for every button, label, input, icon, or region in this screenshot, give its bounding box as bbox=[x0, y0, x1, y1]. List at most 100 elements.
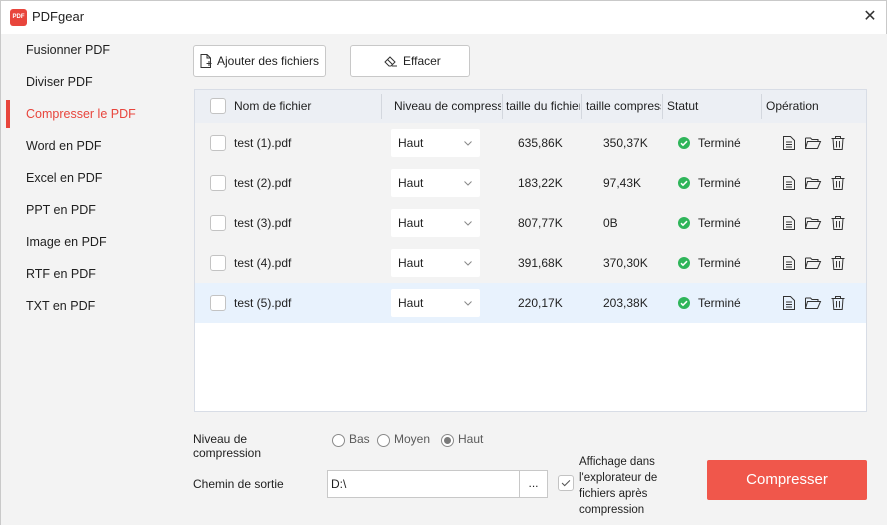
header-size[interactable]: taille du fichier bbox=[506, 90, 580, 123]
trash-icon[interactable] bbox=[829, 254, 847, 272]
check-circle-icon bbox=[678, 137, 690, 149]
radio-high[interactable] bbox=[441, 434, 454, 447]
file-name: test (1).pdf bbox=[234, 136, 292, 150]
open-folder-icon[interactable] bbox=[804, 254, 822, 272]
output-path-input[interactable]: D:\ bbox=[327, 470, 520, 498]
row-checkbox[interactable] bbox=[210, 255, 226, 271]
compression-level-select[interactable]: Haut bbox=[391, 249, 480, 277]
eraser-icon bbox=[384, 56, 397, 67]
sidebar: Fusionner PDF Diviser PDF Compresser le … bbox=[1, 34, 174, 525]
status-text: Terminé bbox=[698, 176, 741, 190]
file-table: Nom de fichier Niveau de compression tai… bbox=[194, 89, 867, 412]
table-row[interactable]: test (3).pdf Haut 807,77K 0B Terminé bbox=[195, 203, 866, 243]
sidebar-item-excel-to-pdf[interactable]: Excel en PDF bbox=[1, 162, 174, 194]
compression-level-select[interactable]: Haut bbox=[391, 209, 480, 237]
header-level[interactable]: Niveau de compression bbox=[394, 90, 501, 123]
app-title: PDFgear bbox=[32, 9, 85, 24]
browse-button[interactable]: ... bbox=[519, 470, 548, 498]
add-file-icon bbox=[200, 54, 212, 68]
show-in-explorer-label[interactable]: Affichage dans l'explorateur de fichiers… bbox=[579, 454, 679, 518]
column-divider[interactable] bbox=[502, 94, 503, 119]
open-file-icon[interactable] bbox=[780, 134, 798, 152]
row-checkbox[interactable] bbox=[210, 295, 226, 311]
radio-medium-label[interactable]: Moyen bbox=[394, 432, 430, 446]
level-value: Haut bbox=[398, 296, 424, 310]
trash-icon[interactable] bbox=[829, 294, 847, 312]
open-folder-icon[interactable] bbox=[804, 214, 822, 232]
compression-level-label: Niveau de compression bbox=[193, 432, 262, 460]
row-checkbox[interactable] bbox=[210, 215, 226, 231]
row-checkbox[interactable] bbox=[210, 175, 226, 191]
sidebar-item-word-to-pdf[interactable]: Word en PDF bbox=[1, 130, 174, 162]
compress-button[interactable]: Compresser bbox=[707, 460, 867, 500]
open-folder-icon[interactable] bbox=[804, 294, 822, 312]
chevron-down-icon bbox=[464, 141, 472, 146]
select-all-checkbox[interactable] bbox=[210, 98, 226, 114]
sidebar-item-compress[interactable]: Compresser le PDF bbox=[1, 98, 174, 130]
open-file-icon[interactable] bbox=[780, 174, 798, 192]
add-files-button[interactable]: Ajouter des fichiers bbox=[193, 45, 326, 77]
row-checkbox[interactable] bbox=[210, 135, 226, 151]
sidebar-item-merge[interactable]: Fusionner PDF bbox=[1, 34, 174, 66]
file-size: 807,77K bbox=[518, 216, 563, 230]
column-divider[interactable] bbox=[381, 94, 382, 119]
chevron-down-icon bbox=[464, 221, 472, 226]
check-circle-icon bbox=[678, 257, 690, 269]
compressed-size: 203,38K bbox=[603, 296, 648, 310]
open-folder-icon[interactable] bbox=[804, 174, 822, 192]
open-folder-icon[interactable] bbox=[804, 134, 822, 152]
sidebar-item-split[interactable]: Diviser PDF bbox=[1, 66, 174, 98]
chevron-down-icon bbox=[464, 261, 472, 266]
show-in-explorer-checkbox[interactable] bbox=[558, 475, 574, 491]
sidebar-item-txt-to-pdf[interactable]: TXT en PDF bbox=[1, 290, 174, 322]
radio-low[interactable] bbox=[332, 434, 345, 447]
table-row[interactable]: test (5).pdf Haut 220,17K 203,38K Termin… bbox=[195, 283, 866, 323]
open-file-icon[interactable] bbox=[780, 254, 798, 272]
file-name: test (3).pdf bbox=[234, 216, 292, 230]
trash-icon[interactable] bbox=[829, 134, 847, 152]
compression-level-select[interactable]: Haut bbox=[391, 289, 480, 317]
level-value: Haut bbox=[398, 256, 424, 270]
table-row[interactable]: test (1).pdf Haut 635,86K 350,37K Termin… bbox=[195, 123, 866, 163]
clear-label: Effacer bbox=[403, 54, 441, 68]
compression-level-select[interactable]: Haut bbox=[391, 169, 480, 197]
column-divider[interactable] bbox=[662, 94, 663, 119]
radio-high-label[interactable]: Haut bbox=[458, 432, 483, 446]
column-divider[interactable] bbox=[581, 94, 582, 119]
checkmark-icon bbox=[561, 480, 571, 487]
status-text: Terminé bbox=[698, 256, 741, 270]
table-row[interactable]: test (2).pdf Haut 183,22K 97,43K Terminé bbox=[195, 163, 866, 203]
header-operation[interactable]: Opération bbox=[766, 90, 861, 123]
trash-icon[interactable] bbox=[829, 174, 847, 192]
table-row[interactable]: test (4).pdf Haut 391,68K 370,30K Termin… bbox=[195, 243, 866, 283]
radio-low-label[interactable]: Bas bbox=[349, 432, 370, 446]
file-name: test (4).pdf bbox=[234, 256, 292, 270]
chevron-down-icon bbox=[464, 301, 472, 306]
add-files-label: Ajouter des fichiers bbox=[217, 54, 320, 68]
status-text: Terminé bbox=[698, 216, 741, 230]
title-bar: PDF PDFgear ✕ bbox=[1, 1, 886, 33]
compressed-size: 0B bbox=[603, 216, 618, 230]
sidebar-item-ppt-to-pdf[interactable]: PPT en PDF bbox=[1, 194, 174, 226]
column-divider[interactable] bbox=[761, 94, 762, 119]
compressed-size: 97,43K bbox=[603, 176, 642, 190]
status-text: Terminé bbox=[698, 136, 741, 150]
check-circle-icon bbox=[678, 177, 690, 189]
clear-button[interactable]: Effacer bbox=[350, 45, 470, 77]
open-file-icon[interactable] bbox=[780, 214, 798, 232]
sidebar-item-rtf-to-pdf[interactable]: RTF en PDF bbox=[1, 258, 174, 290]
file-size: 391,68K bbox=[518, 256, 563, 270]
sidebar-item-image-to-pdf[interactable]: Image en PDF bbox=[1, 226, 174, 258]
open-file-icon[interactable] bbox=[780, 294, 798, 312]
header-status[interactable]: Statut bbox=[667, 90, 757, 123]
file-size: 220,17K bbox=[518, 296, 563, 310]
radio-medium[interactable] bbox=[377, 434, 390, 447]
chevron-down-icon bbox=[464, 181, 472, 186]
header-name[interactable]: Nom de fichier bbox=[234, 90, 379, 123]
level-value: Haut bbox=[398, 216, 424, 230]
compression-level-select[interactable]: Haut bbox=[391, 129, 480, 157]
close-button[interactable]: ✕ bbox=[857, 5, 883, 29]
header-compressed[interactable]: taille compressée bbox=[586, 90, 661, 123]
pdfgear-logo: PDF bbox=[10, 9, 27, 26]
trash-icon[interactable] bbox=[829, 214, 847, 232]
